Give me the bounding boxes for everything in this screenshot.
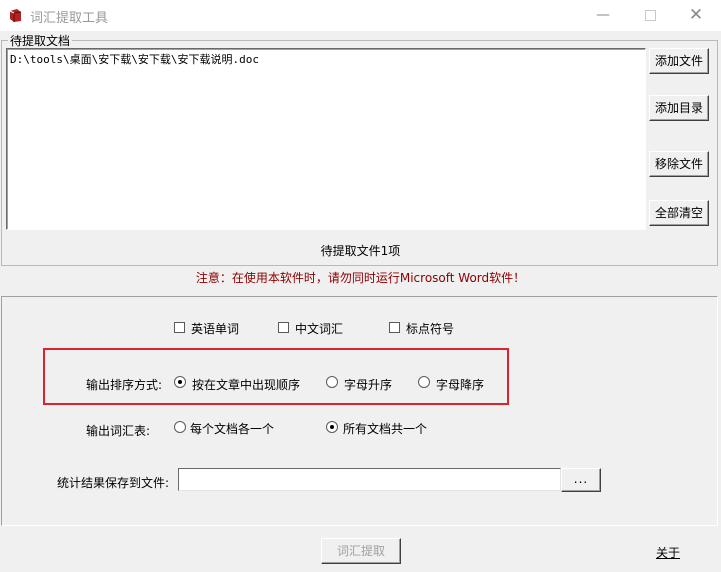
all-documents-radio[interactable] xyxy=(326,421,338,433)
options-panel xyxy=(1,296,718,526)
sort-descending-radio[interactable] xyxy=(418,376,430,388)
radio-selected-dot xyxy=(330,425,334,429)
app-book-icon xyxy=(9,9,22,22)
browse-button[interactable]: ... xyxy=(561,468,601,492)
close-button[interactable]: ✕ xyxy=(673,0,719,31)
maximize-icon xyxy=(644,9,656,21)
save-path-input[interactable] xyxy=(178,468,561,491)
warning-text: 注意：在使用本软件时，请勿同时运行Microsoft Word软件！ xyxy=(195,271,526,285)
add-file-button[interactable]: 添加文件 xyxy=(649,48,709,74)
sort-descending-label[interactable]: 字母降序 xyxy=(436,376,484,393)
add-directory-button[interactable]: 添加目录 xyxy=(649,95,709,121)
per-document-radio[interactable] xyxy=(174,421,186,433)
title-bar: 词汇提取工具 — ✕ xyxy=(0,0,721,31)
window-title: 词汇提取工具 xyxy=(30,11,109,26)
file-list[interactable]: D:\tools\桌面\安下载\安下载\安下载说明.doc xyxy=(6,48,646,230)
english-words-checkbox[interactable] xyxy=(174,322,185,333)
vocab-output-label: 输出词汇表: xyxy=(86,424,151,438)
file-group-label: 待提取文档 xyxy=(8,32,73,49)
save-file-label: 统计结果保存到文件: xyxy=(57,476,170,490)
english-words-label[interactable]: 英语单词 xyxy=(191,320,239,337)
punctuation-checkbox[interactable] xyxy=(389,322,400,333)
radio-selected-dot xyxy=(178,380,182,384)
chinese-words-label[interactable]: 中文词汇 xyxy=(295,320,343,337)
clear-all-button[interactable]: 全部清空 xyxy=(649,200,709,226)
sort-appearance-radio[interactable] xyxy=(174,376,186,388)
sort-order-label: 输出排序方式: xyxy=(86,378,163,392)
per-document-label[interactable]: 每个文档各一个 xyxy=(190,420,274,437)
sort-ascending-radio[interactable] xyxy=(326,376,338,388)
minimize-button[interactable]: — xyxy=(580,0,626,31)
extract-button[interactable]: 词汇提取 xyxy=(321,538,401,564)
about-link[interactable]: 关于 xyxy=(656,544,680,561)
sort-appearance-label[interactable]: 按在文章中出现顺序 xyxy=(192,376,300,393)
file-list-item[interactable]: D:\tools\桌面\安下载\安下载\安下载说明.doc xyxy=(7,49,645,69)
punctuation-label[interactable]: 标点符号 xyxy=(406,320,454,337)
remove-file-button[interactable]: 移除文件 xyxy=(649,151,709,177)
sort-ascending-label[interactable]: 字母升序 xyxy=(344,376,392,393)
chinese-words-checkbox[interactable] xyxy=(278,322,289,333)
maximize-button[interactable] xyxy=(627,0,673,31)
all-documents-label[interactable]: 所有文档共一个 xyxy=(343,420,427,437)
file-count-text: 待提取文件1项 xyxy=(320,244,401,258)
